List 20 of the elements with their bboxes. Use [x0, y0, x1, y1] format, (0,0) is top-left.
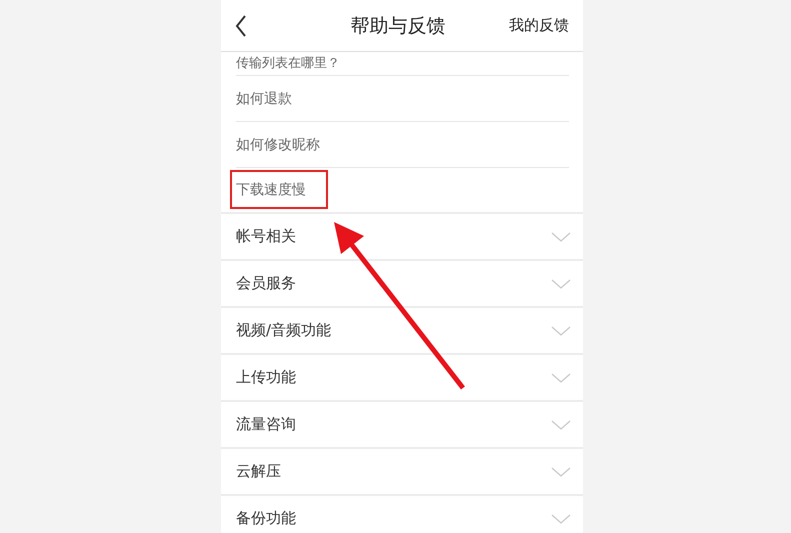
faq-item[interactable]: 如何退款 — [236, 90, 292, 108]
chevron-down-icon — [551, 232, 571, 242]
chevron-down-icon — [551, 278, 571, 288]
category-row[interactable]: 云解压 — [221, 449, 583, 496]
page-title: 帮助与反馈 — [350, 14, 446, 38]
chevron-down-icon — [551, 420, 571, 430]
chevron-down-icon — [551, 466, 571, 476]
my-feedback-link[interactable]: 我的反馈 — [509, 16, 569, 35]
faq-item[interactable]: 传输列表在哪里？ — [236, 56, 340, 72]
faq-item[interactable]: 如何修改昵称 — [236, 136, 320, 154]
chevron-down-icon — [551, 514, 571, 524]
chevron-down-icon — [551, 326, 571, 336]
category-row[interactable]: 上传功能 — [221, 355, 583, 402]
category-row[interactable]: 备份功能 — [221, 496, 583, 533]
category-row[interactable]: 视频/音频功能 — [221, 308, 583, 355]
chevron-down-icon — [551, 372, 571, 382]
back-icon[interactable] — [235, 14, 247, 36]
category-row[interactable]: 流量咨询 — [221, 402, 583, 449]
category-row[interactable]: 会员服务 — [221, 261, 583, 308]
faq-item[interactable]: 下载速度慢 — [236, 181, 306, 199]
